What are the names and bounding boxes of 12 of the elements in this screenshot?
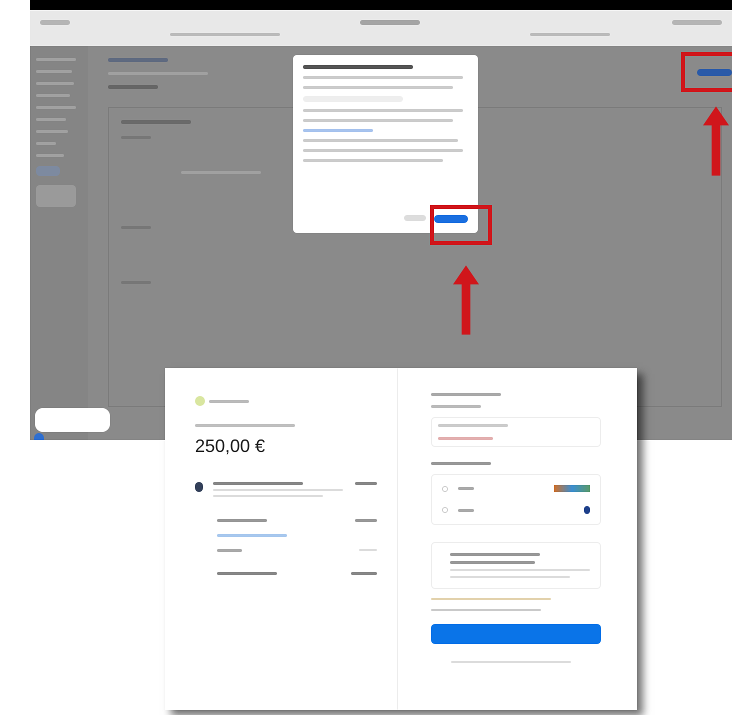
amount: 250,00 €	[195, 435, 266, 458]
header-button[interactable]	[697, 69, 732, 76]
confirm-button[interactable]	[434, 215, 468, 223]
highlight-frame	[430, 205, 492, 245]
radio-button[interactable]	[442, 507, 448, 513]
paypal-logo-icon	[584, 506, 590, 514]
highlight-frame	[681, 52, 732, 92]
card-logos-icon	[554, 485, 590, 492]
logo-icon	[195, 396, 205, 406]
product-icon	[195, 482, 203, 492]
radio-button[interactable]	[442, 486, 448, 492]
pay-button[interactable]	[431, 624, 601, 644]
